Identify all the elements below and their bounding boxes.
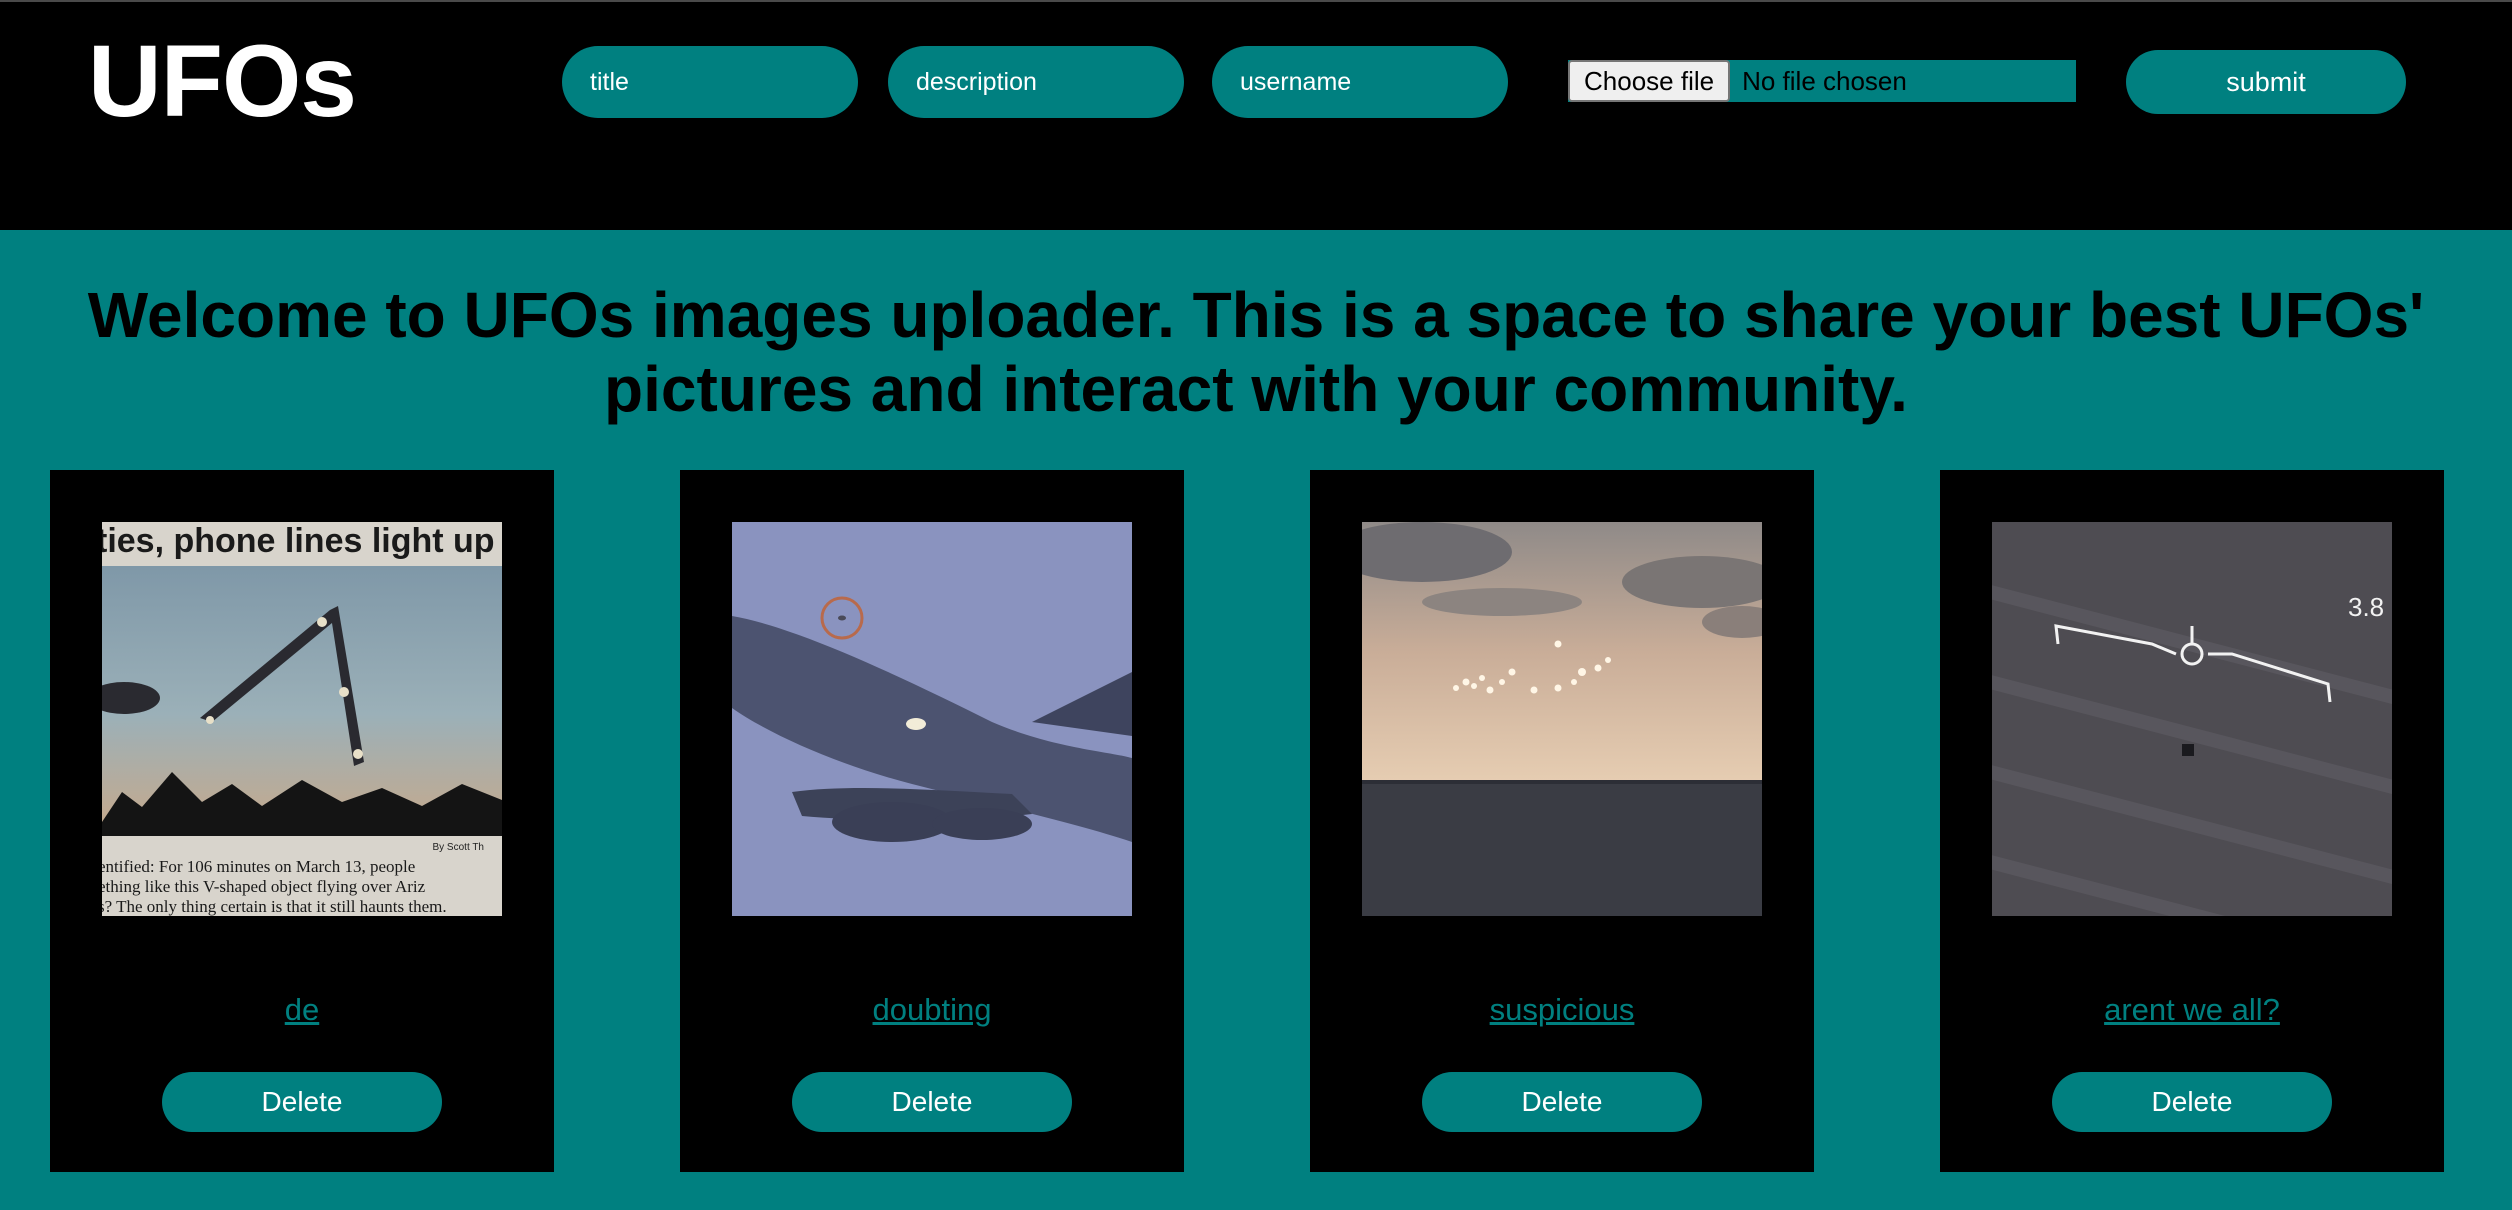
post-card: doubting Delete — [680, 470, 1184, 1172]
welcome-heading: Welcome to UFOs images uploader. This is… — [40, 278, 2472, 426]
welcome-line-2: pictures and interact with your communit… — [604, 353, 1908, 425]
infrared-targeting-footage-photo: 3.8 — [1992, 522, 2392, 916]
description-input[interactable] — [888, 46, 1184, 118]
delete-button[interactable]: Delete — [1422, 1072, 1702, 1132]
post-card: ties, phone lines light up Ari By Scott … — [50, 470, 554, 1172]
delete-button[interactable]: Delete — [162, 1072, 442, 1132]
post-image — [732, 522, 1132, 916]
post-image — [1362, 522, 1762, 916]
post-title-link[interactable]: de — [50, 992, 554, 1028]
post-title-link[interactable]: arent we all? — [1940, 992, 2444, 1028]
newspaper-v-shaped-ufo-photo: ties, phone lines light up Ari By Scott … — [102, 522, 502, 916]
lights-over-ocean-sunset-photo — [1362, 522, 1762, 916]
delete-button[interactable]: Delete — [2052, 1072, 2332, 1132]
newspaper-headline: ties, phone lines light up Ari — [102, 522, 502, 560]
post-card: suspicious Delete — [1310, 470, 1814, 1172]
infrared-readout: 3.8 — [2348, 592, 2384, 622]
username-input[interactable] — [1212, 46, 1508, 118]
post-image: ties, phone lines light up Ari By Scott … — [102, 522, 502, 916]
title-input[interactable] — [562, 46, 858, 118]
welcome-line-1: Welcome to UFOs images uploader. This is… — [87, 279, 2425, 351]
top-navbar: UFOs Choose file No file chosen submit — [0, 0, 2512, 230]
delete-button[interactable]: Delete — [792, 1072, 1072, 1132]
choose-file-button[interactable]: Choose file — [1568, 60, 1731, 102]
newspaper-body-line-3: s? The only thing certain is that it sti… — [102, 897, 447, 916]
post-title-link[interactable]: suspicious — [1310, 992, 1814, 1028]
file-upload-input[interactable]: Choose file No file chosen — [1568, 60, 2076, 102]
submit-button[interactable]: submit — [2126, 50, 2406, 114]
newspaper-byline: By Scott Th — [432, 842, 484, 853]
file-status-text: No file chosen — [1742, 65, 1907, 96]
site-logo: UFOs — [88, 24, 357, 138]
newspaper-body-line-1: entified: For 106 minutes on March 13, p… — [102, 857, 415, 876]
newspaper-body-line-2: ething like this V-shaped object flying … — [102, 877, 426, 896]
airplane-with-circled-object-photo — [732, 522, 1132, 916]
post-image: 3.8 — [1992, 522, 2392, 916]
post-title-link[interactable]: doubting — [680, 992, 1184, 1028]
post-card: 3.8 arent we all? Delete — [1940, 470, 2444, 1172]
